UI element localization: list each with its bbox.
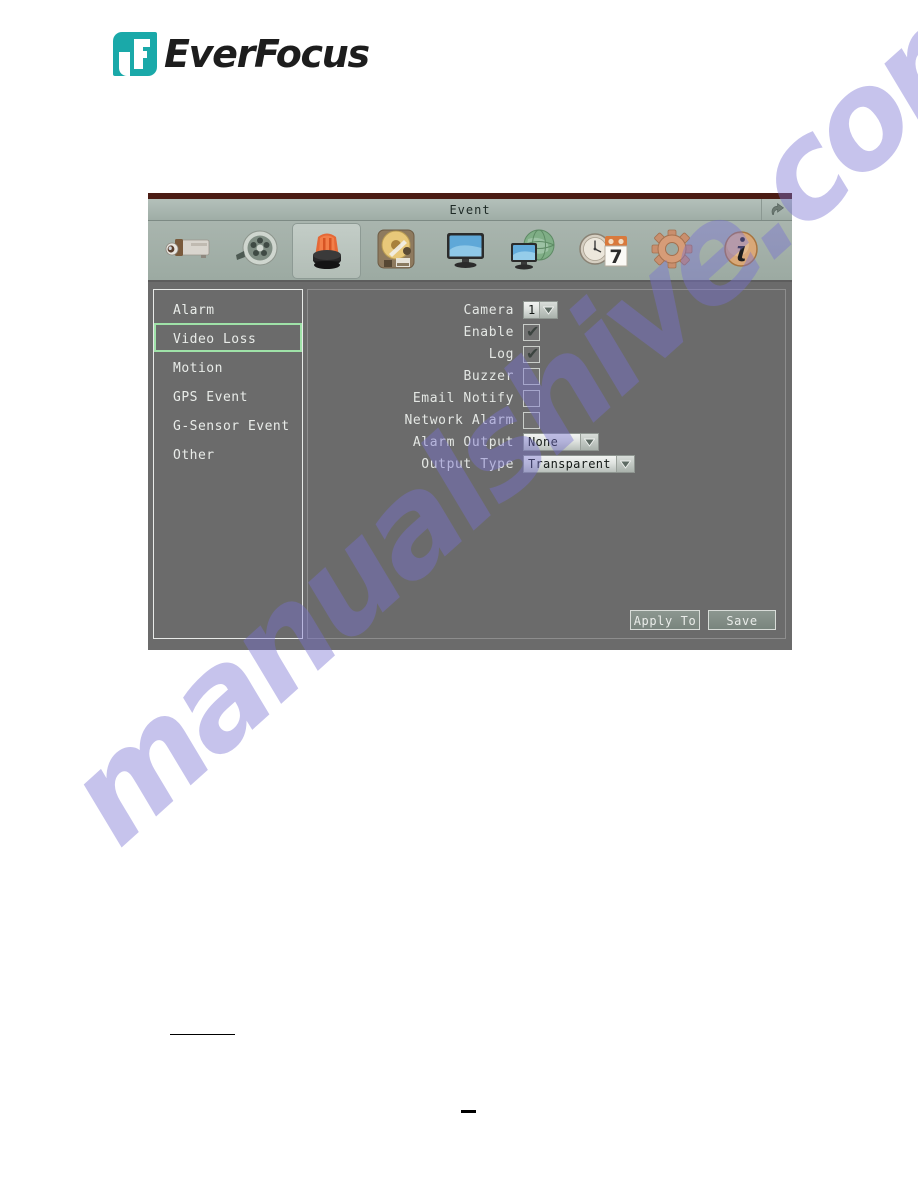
apply-to-button[interactable]: Apply To <box>630 610 700 630</box>
sidebar-item-g-sensor-event[interactable]: G-Sensor Event <box>154 410 302 439</box>
display-monitor-icon <box>439 228 491 274</box>
log-label: Log <box>488 346 514 362</box>
video-loss-settings-panel: Camera 1 Enable ✔ Log ✔ Buzzer Email Not… <box>307 289 786 639</box>
page-number-dash <box>461 1110 476 1113</box>
field-enable: Enable ✔ <box>308 321 785 343</box>
camera-label: Camera <box>463 302 514 318</box>
alarm-output-label: Alarm Output <box>412 434 514 450</box>
sidebar-item-video-loss[interactable]: Video Loss <box>154 323 302 352</box>
footnote-separator <box>170 1034 235 1035</box>
toolbar-item-event[interactable] <box>292 222 361 279</box>
info-icon <box>718 227 764 275</box>
buzzer-label: Buzzer <box>463 368 514 384</box>
toolbar-item-camera[interactable] <box>154 223 223 279</box>
everfocus-logo-text: EverFocus <box>164 32 370 76</box>
output-type-value: Transparent <box>528 457 611 471</box>
output-type-select[interactable]: Transparent <box>523 455 635 473</box>
network-globe-icon <box>506 227 562 275</box>
main-toolbar: 7 <box>148 221 792 282</box>
hard-disk-icon <box>371 227 421 275</box>
field-network-alarm: Network Alarm <box>308 409 785 431</box>
svg-text:7: 7 <box>609 246 622 268</box>
event-sidebar: Alarm Video Loss Motion GPS Event G-Sens… <box>153 289 303 639</box>
field-log: Log ✔ <box>308 343 785 365</box>
enable-checkbox[interactable]: ✔ <box>523 321 540 341</box>
back-arrow-icon[interactable] <box>761 199 792 220</box>
everfocus-logo: EverFocus <box>113 32 370 76</box>
email-notify-label: Email Notify <box>412 390 514 406</box>
field-camera: Camera 1 <box>308 299 785 321</box>
record-reel-icon <box>230 229 286 273</box>
everfocus-logo-mark-icon <box>113 32 157 76</box>
log-checkbox[interactable]: ✔ <box>523 343 540 363</box>
camera-select[interactable]: 1 <box>523 301 558 319</box>
buzzer-checkbox[interactable] <box>523 367 540 385</box>
dvr-setup-window: Event 7 Alarm Video Loss Motion GPS Even… <box>148 193 792 650</box>
alarm-output-select[interactable]: None <box>523 433 599 451</box>
save-button[interactable]: Save <box>708 610 776 630</box>
clock-calendar-icon: 7 <box>575 227 631 275</box>
alarm-output-value: None <box>528 435 559 449</box>
gear-settings-icon <box>649 227 695 275</box>
chevron-down-icon[interactable] <box>616 456 634 472</box>
alarm-siren-icon <box>304 227 350 275</box>
field-email-notify: Email Notify <box>308 387 785 409</box>
toolbar-item-information[interactable] <box>706 223 775 279</box>
chevron-down-icon[interactable] <box>580 434 598 450</box>
check-icon: ✔ <box>526 343 540 363</box>
camera-value: 1 <box>528 303 536 317</box>
network-alarm-checkbox[interactable] <box>523 411 540 429</box>
toolbar-item-schedule[interactable]: 7 <box>568 223 637 279</box>
toolbar-item-settings[interactable] <box>637 223 706 279</box>
toolbar-item-network[interactable] <box>499 223 568 279</box>
check-icon: ✔ <box>526 321 540 341</box>
field-alarm-output: Alarm Output None <box>308 431 785 453</box>
field-buzzer: Buzzer <box>308 365 785 387</box>
chevron-down-icon[interactable] <box>539 302 557 318</box>
toolbar-item-disk[interactable] <box>361 223 430 279</box>
window-title-bar: Event <box>148 199 792 221</box>
toolbar-item-record[interactable] <box>223 223 292 279</box>
sidebar-item-motion[interactable]: Motion <box>154 352 302 381</box>
field-output-type: Output Type Transparent <box>308 453 785 475</box>
page-title: Event <box>449 202 491 217</box>
sidebar-item-other[interactable]: Other <box>154 439 302 468</box>
enable-label: Enable <box>463 324 514 340</box>
sidebar-item-alarm[interactable]: Alarm <box>154 294 302 323</box>
sidebar-item-gps-event[interactable]: GPS Event <box>154 381 302 410</box>
window-body: Alarm Video Loss Motion GPS Event G-Sens… <box>148 282 792 645</box>
action-button-row: Apply To Save <box>630 610 776 630</box>
output-type-label: Output Type <box>421 456 514 472</box>
network-alarm-label: Network Alarm <box>404 412 514 428</box>
email-notify-checkbox[interactable] <box>523 389 540 407</box>
camera-icon <box>161 230 217 272</box>
toolbar-item-display[interactable] <box>430 223 499 279</box>
